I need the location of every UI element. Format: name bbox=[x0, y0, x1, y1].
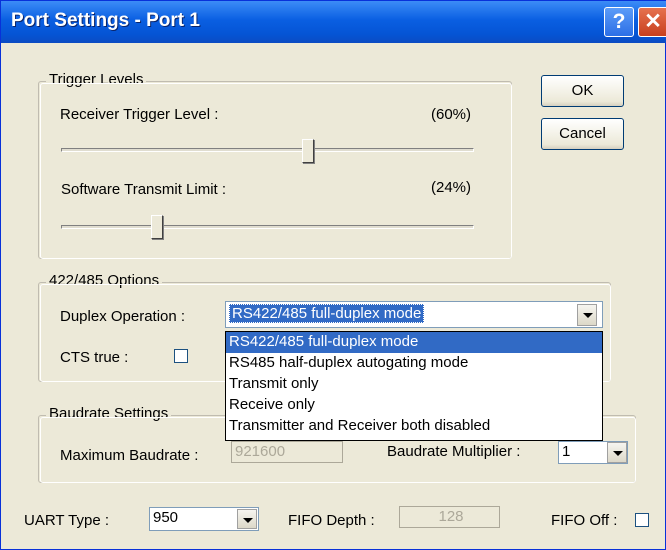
baudrate-settings-legend: Baudrate Settings bbox=[46, 405, 172, 422]
duplex-operation-label: Duplex Operation : bbox=[60, 308, 186, 325]
uart-type-label: UART Type : bbox=[24, 512, 110, 529]
duplex-option[interactable]: RS422/485 full-duplex mode bbox=[226, 332, 602, 353]
duplex-option[interactable]: Receive only bbox=[226, 395, 602, 416]
fifo-depth-field: 128 bbox=[399, 506, 500, 528]
fifo-off-checkbox[interactable] bbox=[635, 513, 649, 527]
software-transmit-limit-value: (24%) bbox=[431, 179, 472, 196]
software-transmit-limit-label: Software Transmit Limit : bbox=[61, 181, 227, 198]
receiver-trigger-slider-thumb[interactable] bbox=[302, 139, 314, 163]
title-bar[interactable]: Port Settings - Port 1 ? ✕ bbox=[1, 1, 666, 43]
maximum-baudrate-field: 921600 bbox=[231, 441, 343, 463]
receiver-trigger-level-label: Receiver Trigger Level : bbox=[60, 106, 219, 123]
fifo-depth-label: FIFO Depth : bbox=[288, 512, 375, 529]
close-button[interactable]: ✕ bbox=[638, 7, 666, 37]
cts-true-checkbox[interactable] bbox=[174, 349, 188, 363]
duplex-option[interactable]: Transmitter and Receiver both disabled bbox=[226, 416, 602, 437]
window-title: Port Settings - Port 1 bbox=[11, 10, 200, 31]
maximum-baudrate-label: Maximum Baudrate : bbox=[60, 447, 199, 464]
cts-true-label: CTS true : bbox=[60, 349, 129, 366]
duplex-dropdown-button[interactable] bbox=[577, 304, 597, 326]
duplex-selected-value: RS422/485 full-duplex mode bbox=[229, 304, 425, 323]
duplex-operation-select[interactable]: RS422/485 full-duplex mode bbox=[225, 301, 603, 328]
ok-button[interactable]: OK bbox=[541, 75, 624, 107]
duplex-option[interactable]: RS485 half-duplex autogating mode bbox=[226, 353, 602, 374]
duplex-option[interactable]: Transmit only bbox=[226, 374, 602, 395]
receiver-trigger-level-value: (60%) bbox=[431, 106, 472, 123]
cancel-button[interactable]: Cancel bbox=[541, 118, 624, 150]
fifo-off-label: FIFO Off : bbox=[551, 512, 618, 529]
duplex-operation-dropdown-list: RS422/485 full-duplex mode RS485 half-du… bbox=[225, 331, 603, 441]
baudrate-multiplier-label: Baudrate Multiplier : bbox=[387, 443, 521, 460]
receiver-trigger-slider-track[interactable] bbox=[61, 148, 474, 152]
help-button[interactable]: ? bbox=[604, 7, 634, 37]
uart-type-dropdown-button[interactable] bbox=[237, 509, 257, 529]
port-settings-dialog: Port Settings - Port 1 ? ✕ Trigger Level… bbox=[0, 0, 666, 550]
baudrate-multiplier-dropdown-button[interactable] bbox=[607, 442, 627, 463]
software-transmit-slider-track[interactable] bbox=[61, 225, 474, 229]
options-422-485-legend: 422/485 Options bbox=[46, 272, 163, 289]
trigger-levels-legend: Trigger Levels bbox=[46, 71, 147, 88]
software-transmit-slider-thumb[interactable] bbox=[151, 215, 163, 239]
